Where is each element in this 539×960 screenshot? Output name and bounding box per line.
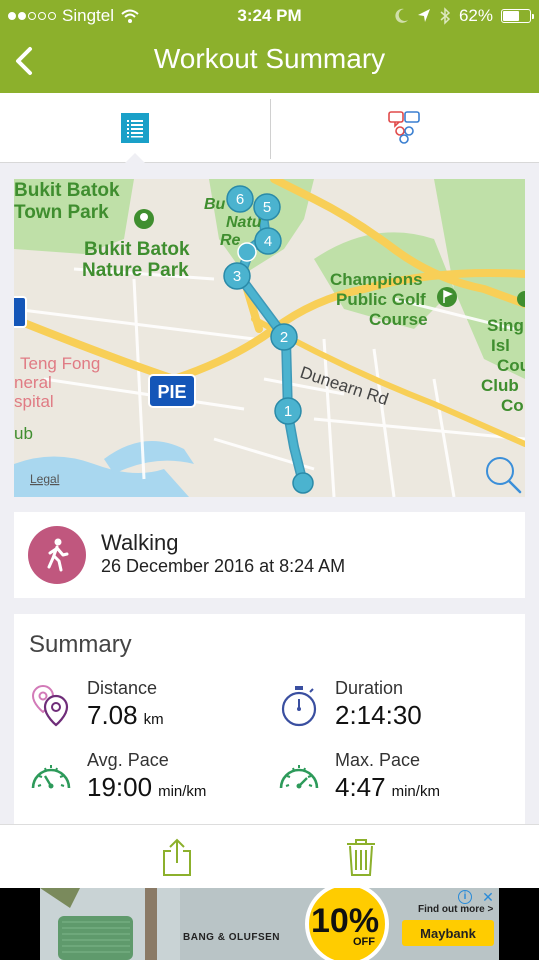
- highway-sign-pie: PIE: [148, 374, 196, 408]
- speedometer-icon: [31, 765, 71, 789]
- summary-title: Summary: [29, 631, 132, 658]
- map-label-club4: Club: [481, 376, 519, 395]
- distance-label: Distance: [87, 678, 158, 698]
- ad-speaker-image: [40, 888, 180, 960]
- tab-chat[interactable]: [270, 93, 539, 163]
- map-label-golf1: Champions: [330, 270, 423, 289]
- delete-button[interactable]: [339, 835, 383, 879]
- ad-banner[interactable]: BANG & OLUFSEN 10% OFF Find out more > M…: [0, 888, 539, 960]
- location-pins-icon: [31, 684, 69, 727]
- route-marker-4[interactable]: 4: [254, 227, 282, 255]
- route-marker-3[interactable]: 3: [223, 262, 251, 290]
- map-label-golf2: Public Golf: [336, 290, 426, 309]
- stat-max-pace: Max. Pace 4:47 min/km: [277, 750, 517, 810]
- map-label-hospital2: neral: [14, 373, 52, 392]
- map-label-club2: Isl: [491, 336, 510, 355]
- map-label-park2b: Nature Park: [82, 260, 189, 281]
- route-map[interactable]: Bukit Batok Town Park Bukit Batok Nature…: [14, 179, 525, 497]
- map-label-club3: Cou: [497, 356, 525, 375]
- map-label-park1b: Town Park: [14, 202, 109, 223]
- svg-text:4: 4: [264, 233, 272, 250]
- ad-off: OFF: [353, 936, 375, 948]
- top-bar: Singtel 3:24 PM 62% Workout Summary: [0, 0, 539, 93]
- ad-content[interactable]: BANG & OLUFSEN 10% OFF Find out more > M…: [40, 888, 499, 960]
- stat-distance: Distance 7.08 km: [29, 678, 269, 738]
- trash-icon: [347, 839, 375, 876]
- map-label-hospital1: Teng Fong: [20, 354, 100, 373]
- avg-pace-unit: min/km: [158, 783, 207, 800]
- nav-bar: Workout Summary: [0, 30, 539, 93]
- stopwatch-icon: [281, 686, 317, 727]
- duration-value: 2:14:30: [335, 700, 422, 730]
- walking-person-icon: [28, 526, 86, 584]
- duration-label: Duration: [335, 678, 404, 698]
- summary-card: Summary Distance 7.08 km Duration 2:14:30: [14, 614, 525, 844]
- ad-cta[interactable]: Find out more >: [418, 904, 493, 915]
- chat-bubbles-icon: [388, 111, 420, 144]
- map-label-club1: Sing: [487, 316, 524, 335]
- svg-text:1: 1: [284, 403, 292, 420]
- stat-avg-pace: Avg. Pace 19:00 min/km: [29, 750, 269, 810]
- route-marker-cluster[interactable]: [237, 242, 257, 262]
- map-label-reserve2: Natu: [226, 214, 262, 231]
- ad-info-icon[interactable]: i: [458, 890, 472, 904]
- max-pace-unit: min/km: [391, 783, 440, 800]
- moon-icon: [395, 8, 408, 23]
- park-pin-icon: [134, 209, 154, 229]
- ad-brand: BANG & OLUFSEN: [183, 932, 280, 943]
- map-label-club5: Co: [501, 396, 524, 415]
- avg-pace-value: 19:00 min/km: [87, 772, 207, 802]
- status-right: 62%: [395, 6, 534, 26]
- route-marker-5[interactable]: 5: [253, 193, 281, 221]
- ad-bank-logo: Maybank: [402, 920, 494, 946]
- location-arrow-icon: [417, 9, 430, 22]
- svg-text:3: 3: [233, 268, 241, 285]
- map-label-golf3: Course: [369, 310, 428, 329]
- speedometer-fast-icon: [279, 765, 319, 789]
- status-bar: Singtel 3:24 PM 62%: [0, 0, 539, 30]
- share-button[interactable]: [155, 835, 199, 879]
- max-pace-label: Max. Pace: [335, 750, 421, 770]
- ad-close-icon[interactable]: ✕: [478, 889, 498, 905]
- distance-unit: km: [143, 711, 164, 728]
- tab-bar: [0, 93, 539, 163]
- activity-name: Walking: [101, 530, 179, 555]
- map-legal-link[interactable]: Legal: [30, 472, 59, 486]
- golf-pin-icon: [437, 287, 457, 307]
- svg-text:5: 5: [263, 199, 271, 216]
- route-marker-1[interactable]: 1: [274, 397, 302, 425]
- svg-text:6: 6: [236, 191, 244, 208]
- map-label-park1: Bukit Batok: [14, 180, 120, 201]
- map-label-hospital3: spital: [14, 392, 54, 411]
- bottom-toolbar: [0, 824, 539, 888]
- stat-duration: Duration 2:14:30: [277, 678, 517, 738]
- list-icon: [121, 113, 149, 143]
- max-pace-value: 4:47 min/km: [335, 772, 440, 802]
- avg-pace-label: Avg. Pace: [87, 750, 169, 770]
- activity-card: Walking 26 December 2016 at 8:24 AM: [14, 512, 525, 598]
- magnifier-icon[interactable]: [486, 457, 522, 494]
- share-icon: [163, 838, 191, 876]
- route-start-marker[interactable]: [292, 472, 314, 494]
- map-label-ub: ub: [14, 424, 33, 443]
- map-label-park2: Bukit Batok: [84, 239, 190, 260]
- bluetooth-icon: [440, 7, 451, 25]
- battery-icon: [501, 9, 534, 23]
- svg-text:PIE: PIE: [157, 382, 186, 402]
- activity-date: 26 December 2016 at 8:24 AM: [101, 556, 346, 576]
- route-marker-6[interactable]: 6: [226, 185, 254, 213]
- tab-indicator: [124, 153, 146, 164]
- route-marker-2[interactable]: 2: [270, 323, 298, 351]
- page-title: Workout Summary: [153, 43, 386, 74]
- distance-value: 7.08 km: [87, 700, 164, 730]
- svg-text:2: 2: [280, 329, 288, 346]
- battery-label: 62%: [458, 6, 493, 25]
- map-label-reserve3: Re: [220, 232, 241, 249]
